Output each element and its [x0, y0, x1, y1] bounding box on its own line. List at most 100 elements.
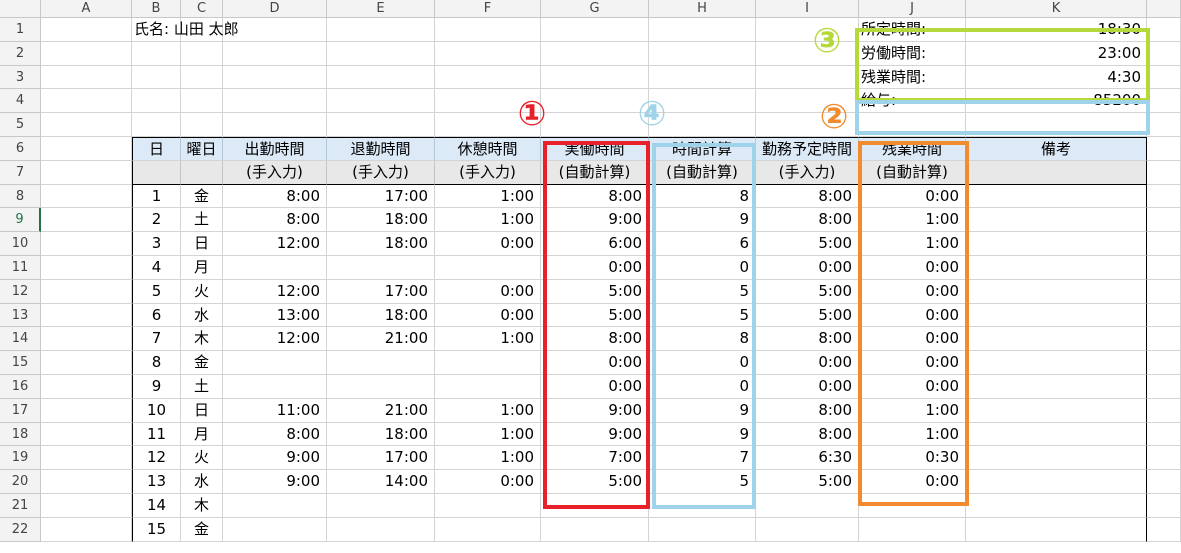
grid-cell[interactable] [223, 41, 327, 66]
data-cell[interactable]: 0:00 [435, 303, 541, 328]
row-header-22[interactable]: 22 [0, 517, 41, 542]
scheduled-hours-label[interactable]: 所定時間: [859, 18, 966, 42]
row-header-17[interactable]: 17 [0, 398, 41, 423]
grid-cell[interactable] [1147, 232, 1181, 256]
grid-cell[interactable] [181, 89, 223, 114]
row-header-20[interactable]: 20 [0, 470, 41, 494]
data-cell[interactable] [756, 517, 859, 542]
row-header-21[interactable]: 21 [0, 494, 41, 518]
grid-cell[interactable] [41, 398, 132, 423]
column-header-a[interactable]: A [41, 0, 132, 18]
data-cell[interactable]: 21:00 [327, 398, 435, 423]
salary-value[interactable]: 85200 [966, 89, 1147, 113]
row-header-9[interactable]: 9 [0, 208, 41, 233]
data-cell[interactable]: 9 [649, 398, 756, 423]
data-cell[interactable]: 0:00 [859, 184, 966, 209]
table-header-10[interactable]: 備考 [966, 137, 1147, 161]
data-cell[interactable]: 12:00 [223, 279, 327, 304]
data-cell[interactable]: 0:00 [859, 279, 966, 304]
grid-cell[interactable] [1147, 351, 1181, 375]
data-cell[interactable]: 0:00 [859, 375, 966, 399]
data-cell[interactable] [859, 517, 966, 542]
data-cell[interactable]: 5:00 [541, 303, 649, 328]
data-cell[interactable]: 0:00 [756, 351, 859, 375]
data-cell[interactable]: 1:00 [435, 446, 541, 471]
data-cell[interactable] [435, 256, 541, 280]
data-cell[interactable]: 9 [132, 375, 181, 399]
row-header-4[interactable]: 4 [0, 89, 41, 114]
data-cell[interactable] [327, 351, 435, 375]
data-cell[interactable]: 土 [181, 375, 223, 399]
grid-cell[interactable] [435, 65, 541, 90]
grid-cell[interactable] [327, 65, 435, 90]
data-cell[interactable]: 5:00 [756, 470, 859, 494]
grid-cell[interactable] [132, 41, 181, 66]
data-cell[interactable]: 1:00 [859, 422, 966, 447]
grid-cell[interactable] [541, 65, 649, 90]
data-cell[interactable]: 0:00 [859, 303, 966, 328]
grid-cell[interactable] [223, 65, 327, 90]
data-cell[interactable]: 8:00 [756, 422, 859, 447]
data-cell[interactable]: 9:00 [223, 470, 327, 494]
row-header-7[interactable]: 7 [0, 160, 41, 185]
data-cell[interactable]: 1:00 [435, 184, 541, 209]
grid-cell[interactable] [1147, 160, 1181, 185]
overtime-hours-label[interactable]: 残業時間: [859, 66, 966, 90]
remarks-cell[interactable] [966, 398, 1147, 423]
data-cell[interactable]: 月 [181, 256, 223, 280]
data-cell[interactable]: 1:00 [435, 422, 541, 447]
data-cell[interactable] [327, 375, 435, 399]
table-subheader-8[interactable]: (手入力) [756, 160, 859, 185]
data-cell[interactable]: 火 [181, 446, 223, 471]
grid-cell[interactable] [223, 18, 327, 42]
data-cell[interactable]: 9:00 [541, 422, 649, 447]
data-cell[interactable] [541, 517, 649, 542]
grid-cell[interactable] [1147, 113, 1181, 137]
grid-cell[interactable] [1147, 422, 1181, 447]
grid-cell[interactable] [756, 65, 859, 90]
row-header-3[interactable]: 3 [0, 65, 41, 90]
spreadsheet[interactable]: A B C D E F G H I J K 1 2 3 4 5 6 7 8 9 10 11 12 13 14 15 16 17 18 19… [0, 0, 1181, 553]
data-cell[interactable]: 0:00 [435, 232, 541, 256]
data-cell[interactable]: 6:30 [756, 446, 859, 471]
data-cell[interactable]: 11 [132, 422, 181, 447]
grid-cell[interactable] [41, 41, 132, 66]
column-header-i[interactable]: I [756, 0, 859, 18]
data-cell[interactable]: 9 [649, 208, 756, 233]
remarks-cell[interactable] [966, 494, 1147, 518]
data-cell[interactable]: 0 [649, 351, 756, 375]
data-cell[interactable]: 8 [649, 184, 756, 209]
data-cell[interactable] [435, 351, 541, 375]
data-cell[interactable]: 1:00 [859, 208, 966, 233]
table-subheader-5[interactable]: (手入力) [435, 160, 541, 185]
data-cell[interactable]: 5 [649, 470, 756, 494]
data-cell[interactable]: 18:00 [327, 232, 435, 256]
grid-cell[interactable] [541, 41, 649, 66]
data-cell[interactable]: 9 [649, 422, 756, 447]
column-header-h[interactable]: H [649, 0, 756, 18]
grid-cell[interactable] [1147, 398, 1181, 423]
data-cell[interactable]: 1:00 [435, 208, 541, 233]
grid-cell[interactable] [649, 65, 756, 90]
data-cell[interactable]: 月 [181, 422, 223, 447]
row-header-6[interactable]: 6 [0, 137, 41, 161]
remarks-cell[interactable] [966, 517, 1147, 542]
data-cell[interactable]: 9:00 [541, 208, 649, 233]
table-subheader-1[interactable] [132, 160, 181, 185]
table-subheader-2[interactable] [181, 160, 223, 185]
data-cell[interactable]: 9:00 [541, 398, 649, 423]
grid-cell[interactable] [1147, 18, 1181, 42]
grid-cell[interactable] [541, 113, 649, 137]
data-cell[interactable]: 1:00 [859, 232, 966, 256]
table-header-1[interactable]: 日 [132, 137, 181, 161]
grid-cell[interactable] [327, 18, 435, 42]
grid-cell[interactable] [1147, 89, 1181, 114]
data-cell[interactable]: 9:00 [223, 446, 327, 471]
data-cell[interactable]: 5 [649, 279, 756, 304]
worked-hours-label[interactable]: 労働時間: [859, 42, 966, 66]
grid-cell[interactable] [41, 113, 132, 137]
grid-cell[interactable] [132, 65, 181, 90]
row-header-2[interactable]: 2 [0, 41, 41, 66]
data-cell[interactable] [435, 517, 541, 542]
data-cell[interactable]: 土 [181, 208, 223, 233]
